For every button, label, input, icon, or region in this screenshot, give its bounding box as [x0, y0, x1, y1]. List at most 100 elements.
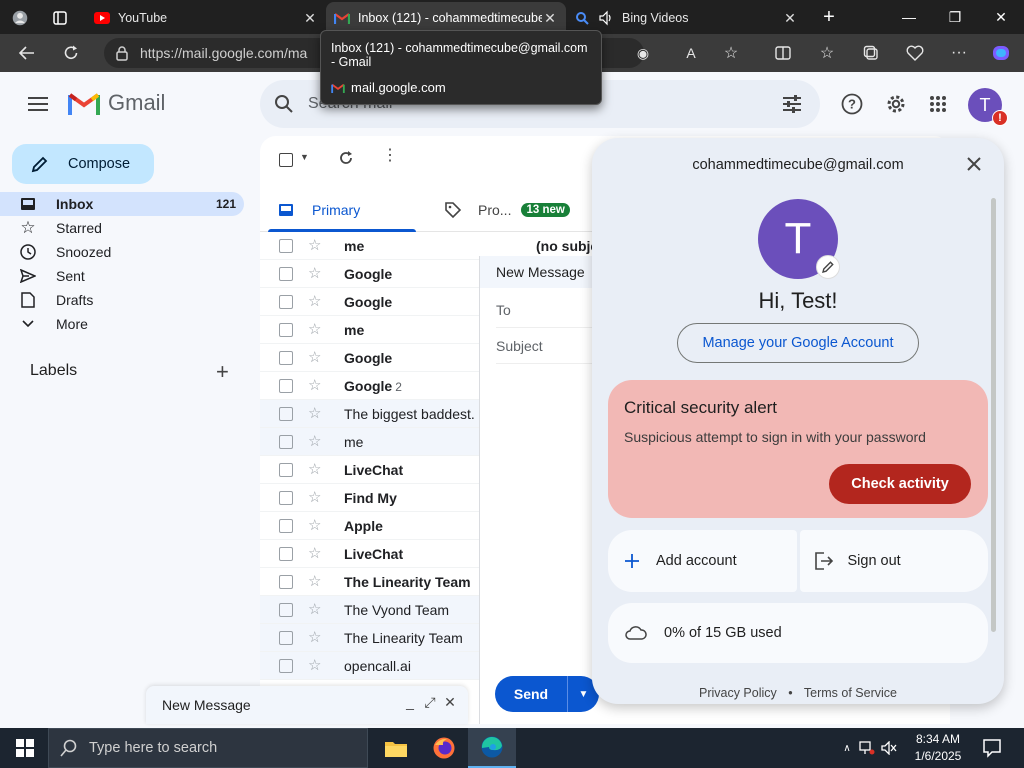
star-icon[interactable]: ☆ — [308, 489, 324, 506]
star-icon[interactable]: ☆ — [308, 657, 324, 674]
popup-scrollbar[interactable] — [991, 198, 996, 632]
star-icon[interactable]: ☆ — [308, 545, 324, 562]
google-apps-icon[interactable] — [924, 90, 952, 118]
check-activity-button[interactable]: Check activity — [829, 464, 971, 504]
settings-gear-icon[interactable] — [882, 90, 910, 118]
minimized-compose-window[interactable]: New Message _ ⤢ ✕ — [146, 686, 468, 724]
row-checkbox[interactable] — [279, 238, 293, 253]
row-checkbox[interactable] — [279, 294, 293, 309]
favorites-icon[interactable]: ☆ — [812, 38, 842, 68]
system-clock[interactable]: 8:34 AM 1/6/2025 — [906, 731, 970, 765]
select-dropdown-icon[interactable]: ▼ — [300, 152, 309, 162]
tab-bing-videos[interactable]: Bing Videos ✕ — [566, 2, 806, 34]
network-icon[interactable] — [856, 741, 878, 755]
volume-muted-icon[interactable] — [878, 741, 900, 755]
star-icon[interactable]: ☆ — [308, 517, 324, 534]
collections-icon[interactable] — [856, 38, 886, 68]
row-checkbox[interactable] — [279, 602, 293, 617]
star-icon[interactable]: ☆ — [308, 349, 324, 366]
close-popup-icon[interactable] — [962, 152, 986, 176]
expand-icon[interactable]: ⤢ — [420, 694, 440, 711]
row-checkbox[interactable] — [279, 630, 293, 645]
sidebar-item-inbox[interactable]: Inbox 121 — [0, 192, 244, 216]
edit-photo-icon[interactable] — [816, 255, 840, 279]
privacy-policy-link[interactable]: Privacy Policy — [699, 686, 777, 700]
row-checkbox[interactable] — [279, 490, 293, 505]
sidebar-item-sent[interactable]: Sent — [0, 264, 244, 288]
close-icon[interactable]: ✕ — [440, 694, 460, 711]
new-tab-button[interactable]: + — [806, 0, 852, 34]
copilot-icon[interactable] — [986, 38, 1016, 68]
create-label-button[interactable]: + — [216, 361, 229, 383]
favorite-star-icon[interactable]: ☆ — [716, 38, 746, 68]
row-checkbox[interactable] — [279, 378, 293, 393]
star-icon[interactable]: ☆ — [308, 601, 324, 618]
tab-actions-button[interactable] — [44, 2, 80, 34]
account-avatar-large[interactable]: T — [758, 199, 840, 279]
close-tab-icon[interactable]: ✕ — [302, 10, 318, 27]
edge-icon[interactable] — [468, 728, 516, 768]
speaker-icon[interactable] — [598, 10, 614, 26]
sign-out-button[interactable]: Sign out — [799, 530, 988, 592]
star-icon[interactable]: ☆ — [308, 573, 324, 590]
sidebar-item-starred[interactable]: ☆ Starred — [0, 216, 244, 240]
sidebar-item-snoozed[interactable]: Snoozed — [0, 240, 244, 264]
close-tab-icon[interactable]: ✕ — [782, 10, 798, 27]
split-screen-icon[interactable] — [768, 38, 798, 68]
row-checkbox[interactable] — [279, 574, 293, 589]
sidebar-item-drafts[interactable]: Drafts — [0, 288, 244, 312]
star-icon[interactable]: ☆ — [308, 461, 324, 478]
row-checkbox[interactable] — [279, 546, 293, 561]
back-button[interactable] — [12, 38, 42, 68]
search-icon[interactable] — [274, 94, 294, 114]
terms-of-service-link[interactable]: Terms of Service — [804, 686, 897, 700]
notifications-icon[interactable] — [982, 738, 1002, 761]
storage-usage[interactable]: 0% of 15 GB used — [608, 603, 988, 663]
row-checkbox[interactable] — [279, 518, 293, 533]
tab-youtube[interactable]: YouTube ✕ — [86, 2, 326, 34]
star-icon[interactable]: ☆ — [308, 433, 324, 450]
row-checkbox[interactable] — [279, 266, 293, 281]
search-options-icon[interactable] — [778, 90, 806, 118]
select-all-checkbox[interactable] — [279, 153, 293, 167]
sidebar-item-more[interactable]: More — [0, 312, 244, 336]
tracking-prevention-icon[interactable]: ◉ — [628, 38, 658, 68]
file-explorer-icon[interactable] — [372, 728, 420, 768]
profile-button[interactable] — [4, 2, 44, 34]
main-menu-icon[interactable] — [26, 94, 50, 114]
minimize-window-button[interactable]: — — [886, 0, 932, 34]
tab-primary[interactable]: Primary — [268, 188, 416, 232]
row-checkbox[interactable] — [279, 406, 293, 421]
row-checkbox[interactable] — [279, 462, 293, 477]
start-button[interactable] — [6, 728, 44, 768]
refresh-button[interactable] — [56, 38, 86, 68]
star-icon[interactable]: ☆ — [308, 237, 324, 254]
restore-window-button[interactable]: ❐ — [932, 0, 978, 34]
help-icon[interactable]: ? — [838, 90, 866, 118]
minimize-icon[interactable]: _ — [400, 694, 420, 711]
manage-account-button[interactable]: Manage your Google Account — [677, 323, 919, 363]
read-aloud-icon[interactable]: A — [676, 38, 706, 68]
firefox-icon[interactable] — [420, 728, 468, 768]
star-icon[interactable]: ☆ — [308, 629, 324, 646]
more-menu-icon[interactable]: ··· — [944, 38, 974, 68]
lock-icon[interactable] — [104, 45, 140, 61]
add-account-button[interactable]: Add account — [608, 530, 797, 592]
show-hidden-icons-chevron[interactable]: ∧ — [838, 743, 856, 754]
compose-button[interactable]: Compose — [12, 144, 154, 184]
row-checkbox[interactable] — [279, 434, 293, 449]
star-icon[interactable]: ☆ — [308, 321, 324, 338]
star-icon[interactable]: ☆ — [308, 293, 324, 310]
taskbar-search-input[interactable]: Type here to search — [48, 728, 368, 768]
star-icon[interactable]: ☆ — [308, 265, 324, 282]
star-icon[interactable]: ☆ — [308, 405, 324, 422]
star-icon[interactable]: ☆ — [308, 377, 324, 394]
account-avatar-button[interactable]: T ! — [968, 88, 1008, 126]
send-button[interactable]: Send ▼ — [495, 676, 599, 712]
close-tab-icon[interactable]: ✕ — [542, 10, 558, 27]
browser-essentials-icon[interactable] — [900, 38, 930, 68]
row-checkbox[interactable] — [279, 322, 293, 337]
gmail-logo[interactable]: Gmail — [68, 90, 165, 116]
close-window-button[interactable]: ✕ — [978, 0, 1024, 34]
row-checkbox[interactable] — [279, 658, 293, 673]
